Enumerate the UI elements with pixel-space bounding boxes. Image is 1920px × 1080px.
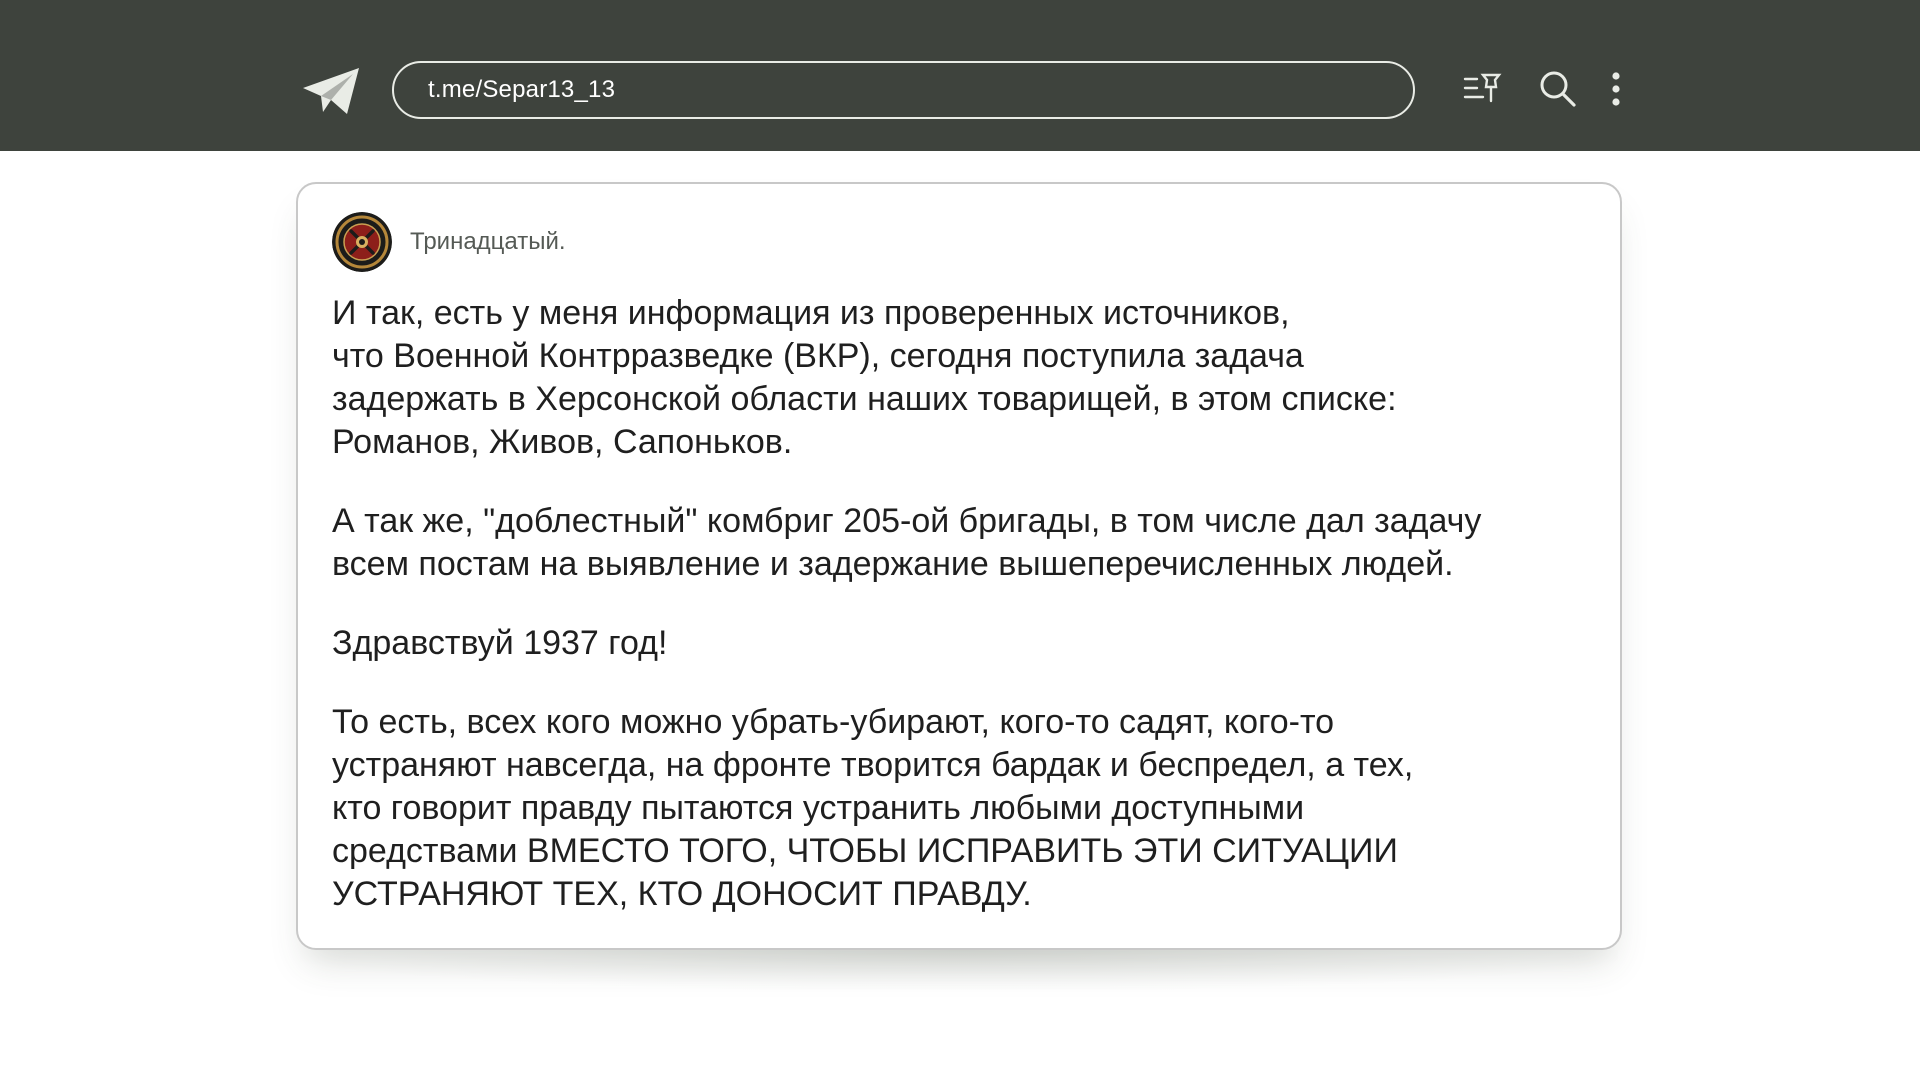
- post-paragraph: То есть, всех кого можно убрать-убирают,…: [332, 703, 1414, 913]
- url-field[interactable]: t.me/Separ13_13: [392, 61, 1415, 119]
- post-paragraph: И так, есть у меня информация из провере…: [332, 294, 1397, 461]
- channel-name[interactable]: Тринадцатый.: [410, 228, 566, 256]
- post-card: Тринадцатый. И так, есть у меня информац…: [296, 182, 1622, 950]
- channel-avatar[interactable]: [332, 212, 392, 272]
- wagner-emblem-icon: [332, 212, 392, 272]
- post-paragraph: А так же, "доблестный" комбриг 205-ой бр…: [332, 502, 1482, 583]
- post-paragraph: Здравствуй 1937 год!: [332, 624, 668, 662]
- card-shadow: [300, 950, 1618, 990]
- url-text: t.me/Separ13_13: [428, 76, 616, 103]
- search-icon: [1538, 69, 1578, 114]
- telegram-plane-icon[interactable]: [301, 66, 361, 116]
- more-vertical-icon: [1610, 71, 1622, 112]
- search-button[interactable]: [1533, 66, 1583, 116]
- channel-header: Тринадцатый.: [332, 212, 566, 272]
- more-button[interactable]: [1591, 66, 1641, 116]
- pinned-list-icon: [1461, 71, 1505, 112]
- pinned-list-button[interactable]: [1458, 66, 1508, 116]
- post-text: И так, есть у меня информация из провере…: [332, 292, 1602, 916]
- top-bar: t.me/Separ13_13: [0, 0, 1920, 151]
